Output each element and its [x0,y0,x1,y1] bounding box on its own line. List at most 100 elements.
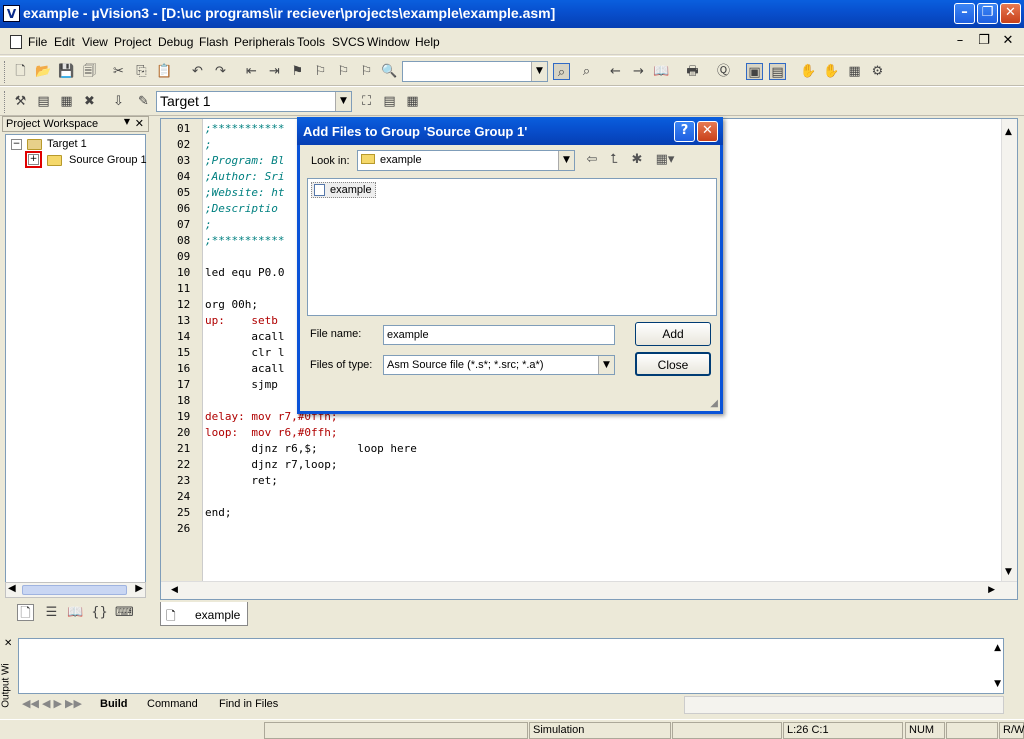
batch-icon[interactable]: ▦ [404,93,421,110]
editor-horizontal-scrollbar[interactable]: ◀ ▶ [161,581,1017,599]
look-in-select[interactable]: example ▼ [357,150,575,171]
redo-icon[interactable]: ↷ [212,63,229,80]
books-tab-icon[interactable]: 📖 [67,604,84,621]
tab-build[interactable]: Build [100,696,128,714]
back-arrow-icon[interactable]: ⇦ [583,151,601,169]
files-of-type-select[interactable]: Asm Source file (*.s*; *.src; *.a*) ▼ [383,355,615,375]
file-list[interactable]: example [307,178,717,316]
scroll-right-icon[interactable]: ▶ [988,585,995,595]
bookmark-prev-icon[interactable]: ⚐ [335,63,352,80]
scroll-up-icon[interactable]: ▲ [994,643,1001,653]
resize-grip-icon[interactable]: ◢ [710,398,718,409]
restore-button[interactable]: ❐ [977,3,998,24]
print-icon[interactable]: 🖶 [684,63,701,80]
expand-group-icon[interactable]: + [28,154,39,165]
close-icon[interactable]: ✕ [4,638,12,649]
save-all-icon[interactable]: 🗐 [81,63,98,80]
chevron-down-icon[interactable]: ▼ [124,117,130,126]
workspace-scrollbar[interactable]: ◀ ▶ [5,582,146,598]
back-arrow-icon[interactable]: ← [607,63,624,80]
scroll-left-icon[interactable]: ◀ [8,583,16,594]
chevron-down-icon[interactable]: ▼ [558,151,574,170]
menu-flash[interactable]: Flash [199,35,228,49]
debug-session-icon[interactable]: Ⓠ [715,63,732,80]
scroll-down-icon[interactable]: ▼ [994,679,1001,689]
tree-item-source-group[interactable]: Source Group 1 [69,154,147,166]
output-horizontal-scrollbar[interactable] [684,696,1004,714]
close-dialog-button[interactable]: Close [635,352,711,376]
document-icon[interactable] [10,35,22,49]
new-folder-icon[interactable]: ✱ [628,151,646,169]
cut-icon[interactable]: ✂ [110,63,127,80]
regs-tab-icon[interactable]: ☰ [43,604,60,621]
toolbar-grip[interactable] [4,61,7,83]
translate-icon[interactable]: ⚒ [12,93,29,110]
find-icon[interactable]: ⌕ [553,63,570,80]
forward-arrow-icon[interactable]: → [630,63,647,80]
browse-icon[interactable]: 📖 [653,63,670,80]
menu-view[interactable]: View [82,35,108,49]
menu-file[interactable]: File [28,35,47,49]
paste-icon[interactable]: 📋 [156,63,173,80]
mdi-restore-icon[interactable]: ❐ [974,32,994,52]
find-in-files-icon[interactable]: 🔍 [381,63,398,80]
file-extensions-icon[interactable]: ▤ [381,93,398,110]
rebuild-icon[interactable]: ▦ [58,93,75,110]
close-icon[interactable]: ✕ [135,117,144,130]
new-file-icon[interactable]: 🗋 [12,63,29,80]
view-menu-icon[interactable]: ▦▾ [651,151,679,169]
tab-nav-arrows[interactable]: ◀◀ ◀ ▶ ▶▶ [22,696,82,714]
file-tab-example[interactable]: 🗋 example [160,602,248,626]
menu-help[interactable]: Help [415,35,440,49]
copy-icon[interactable]: ⎘ [133,63,150,80]
up-folder-icon[interactable]: ⮤ [605,151,623,169]
functions-tab-icon[interactable]: {} [91,604,108,621]
menu-project[interactable]: Project [114,35,151,49]
target-select[interactable]: Target 1 ▼ [156,91,352,112]
scroll-left-icon[interactable]: ◀ [171,585,178,595]
chevron-down-icon[interactable]: ▼ [598,356,614,374]
minimize-button[interactable]: – [954,3,975,24]
components-icon[interactable]: ⛶ [358,93,375,110]
templates-tab-icon[interactable]: ⌨ [115,604,134,621]
help-button[interactable]: ? [674,121,695,142]
bookmark-clear-icon[interactable]: ⚐ [358,63,375,80]
menu-debug[interactable]: Debug [158,35,193,49]
output-text[interactable]: ▲ ▼ [18,638,1004,694]
collapse-target-icon[interactable]: − [11,139,22,150]
save-icon[interactable]: 💾 [58,63,75,80]
unindent-icon[interactable]: ⇥ [266,63,283,80]
tree-item-target[interactable]: Target 1 [47,138,87,150]
chevron-down-icon[interactable]: ▼ [531,62,547,81]
file-item-example[interactable]: example [311,182,376,198]
mdi-close-icon[interactable]: ✕ [998,32,1018,52]
download-icon[interactable]: ⇩ [110,93,127,110]
scroll-right-icon[interactable]: ▶ [135,583,143,594]
undo-icon[interactable]: ↶ [189,63,206,80]
chevron-down-icon[interactable]: ▼ [335,92,351,111]
build-icon[interactable]: ▤ [35,93,52,110]
stop-build-icon[interactable]: ✖ [81,93,98,110]
open-file-icon[interactable]: 📂 [35,63,52,80]
mdi-minimize-icon[interactable]: – [950,32,970,52]
hand-icon[interactable]: ✋ [800,63,817,80]
add-button[interactable]: Add [635,322,711,346]
find-combo[interactable]: ▼ [402,61,548,82]
menu-peripherals[interactable]: Peripherals [234,35,295,49]
scroll-thumb[interactable] [22,585,127,595]
file-name-input[interactable]: example [383,325,615,345]
close-button[interactable]: ✕ [1000,3,1021,24]
menu-svcs[interactable]: SVCS [332,35,365,49]
indent-icon[interactable]: ⇤ [243,63,260,80]
configure-icon[interactable]: ▦ [846,63,863,80]
bookmark-toggle-icon[interactable]: ⚑ [289,63,306,80]
dialog-close-button[interactable]: ✕ [697,121,718,142]
incremental-find-icon[interactable]: ⌕ [578,63,595,80]
workspace-toggle-icon[interactable]: ▣ [746,63,763,80]
tools-icon[interactable]: ⚙ [869,63,886,80]
tab-find-in-files[interactable]: Find in Files [219,696,278,714]
toolbar-grip[interactable] [4,91,7,113]
tab-command[interactable]: Command [147,696,198,714]
bookmark-next-icon[interactable]: ⚐ [312,63,329,80]
menu-window[interactable]: Window [367,35,410,49]
